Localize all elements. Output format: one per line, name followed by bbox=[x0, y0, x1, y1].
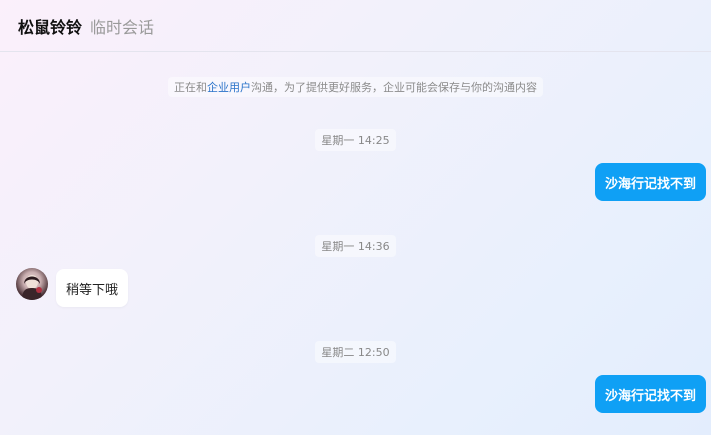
time-separator: 星期一 14:36 bbox=[0, 235, 711, 257]
session-type-label: 临时会话 bbox=[90, 17, 155, 37]
timestamp: 星期一 14:36 bbox=[315, 235, 396, 257]
avatar-portrait-icon bbox=[22, 275, 42, 300]
notice-suffix: 沟通，为了提供更好服务，企业可能会保存与你的沟通内容 bbox=[251, 81, 537, 94]
outgoing-message-bubble[interactable]: 沙海行记找不到 bbox=[594, 375, 706, 413]
privacy-notice-text: 正在和企业用户沟通，为了提供更好服务，企业可能会保存与你的沟通内容 bbox=[168, 77, 543, 97]
outgoing-message-bubble[interactable]: 沙海行记找不到 bbox=[594, 163, 706, 201]
time-separator: 星期一 14:25 bbox=[0, 129, 711, 151]
contact-name[interactable]: 松鼠铃铃 bbox=[18, 14, 82, 38]
contact-avatar[interactable] bbox=[16, 268, 48, 300]
time-separator: 星期二 12:50 bbox=[0, 341, 711, 363]
privacy-notice: 正在和企业用户沟通，为了提供更好服务，企业可能会保存与你的沟通内容 bbox=[0, 77, 711, 97]
timestamp: 星期一 14:25 bbox=[315, 129, 396, 151]
incoming-message-bubble[interactable]: 稍等下哦 bbox=[56, 269, 129, 307]
notice-prefix: 正在和 bbox=[174, 81, 207, 94]
chat-header: 松鼠铃铃 临时会话 bbox=[0, 0, 711, 52]
enterprise-user-link[interactable]: 企业用户 bbox=[207, 81, 251, 94]
timestamp: 星期二 12:50 bbox=[315, 341, 396, 363]
